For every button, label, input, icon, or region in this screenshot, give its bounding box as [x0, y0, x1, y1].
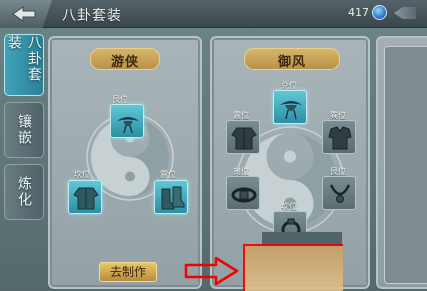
- go-craft-button[interactable]: 去制作: [99, 262, 157, 282]
- hat-icon: [280, 101, 302, 120]
- robe-icon: [73, 187, 99, 210]
- slot-position-label: 坎位: [74, 170, 90, 179]
- back-arrow-icon: [12, 6, 36, 22]
- currency-amount: 417: [348, 6, 369, 19]
- suit-panel-partial: [376, 36, 427, 289]
- tab-inlay[interactable]: 镶嵌: [4, 102, 44, 158]
- tab-label: 八卦套装: [6, 35, 42, 83]
- equipment-slot-robe[interactable]: [68, 180, 102, 214]
- equipment-slot-armor[interactable]: [322, 120, 356, 154]
- belt-icon: [231, 187, 257, 203]
- suit-name-ribbon: 御风: [244, 48, 340, 70]
- hint-arrow-icon: [184, 256, 239, 286]
- equipment-slot-robe[interactable]: [226, 120, 260, 154]
- tab-label: 镶嵌: [16, 114, 32, 146]
- equipment-slot-hat[interactable]: [110, 104, 144, 138]
- panel-inner-frame: [384, 46, 427, 284]
- slot-position-label: 震位: [160, 170, 176, 179]
- equipment-slot-necklace[interactable]: [322, 176, 356, 210]
- highlighted-craft-button[interactable]: [243, 244, 343, 291]
- close-tab-icon[interactable]: [394, 7, 416, 19]
- equipment-slot-belt[interactable]: [226, 176, 260, 210]
- suit-name: 御风: [277, 55, 306, 70]
- equipment-slot-boots[interactable]: [154, 180, 188, 214]
- tab-bagua-suit[interactable]: 八卦套装: [4, 34, 44, 96]
- suit-name-ribbon: 游侠: [90, 48, 160, 70]
- tab-label: 炼化: [16, 176, 32, 208]
- back-button[interactable]: [0, 0, 52, 28]
- hat-icon: [117, 117, 139, 134]
- robe-icon: [231, 127, 257, 150]
- top-bar: 八卦套装 417: [0, 0, 427, 28]
- gem-icon: [372, 5, 387, 20]
- equipment-slot-hat[interactable]: [273, 90, 307, 124]
- necklace-icon: [329, 184, 351, 203]
- suit-name: 游侠: [110, 55, 139, 70]
- tab-refine[interactable]: 炼化: [4, 164, 44, 220]
- boots-icon: [161, 186, 185, 210]
- page-title: 八卦套装: [62, 8, 122, 24]
- armor-icon: [328, 126, 352, 150]
